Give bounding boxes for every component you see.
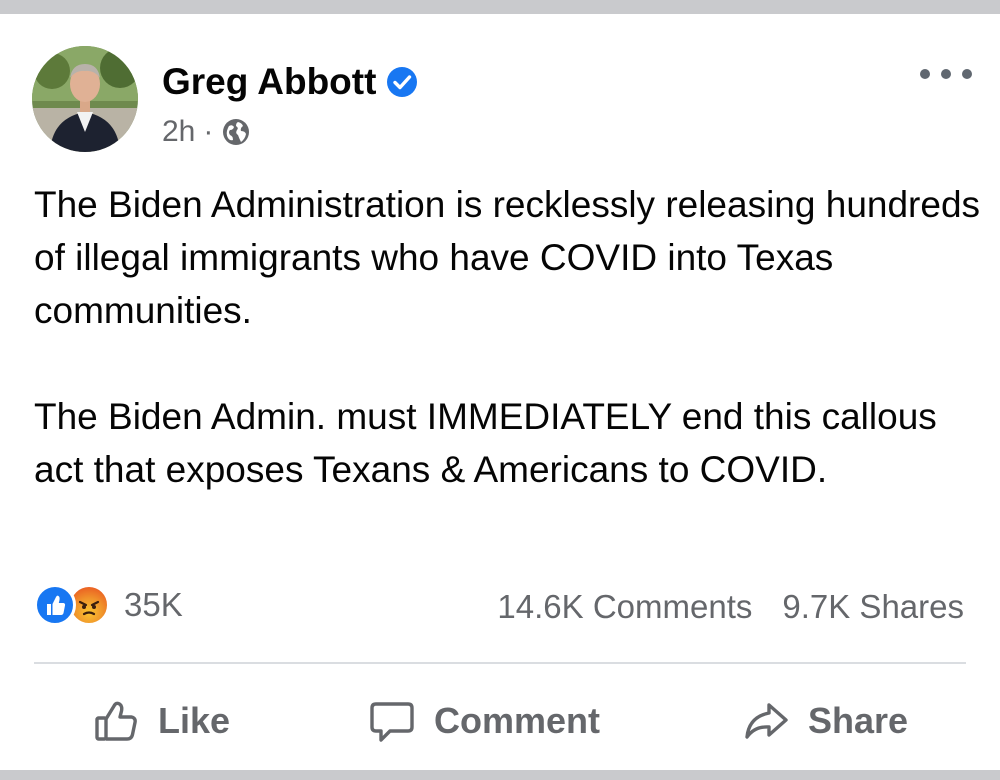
comment-bubble-icon xyxy=(370,702,414,742)
reactions-summary[interactable]: 35K xyxy=(34,584,183,626)
engagement-stats: 14.6K Comments 9.7K Shares xyxy=(497,586,964,628)
post-paragraph-1: The Biden Administration is recklessly r… xyxy=(34,184,981,331)
meta-separator: · xyxy=(203,115,214,148)
shares-count[interactable]: 9.7K Shares xyxy=(782,586,964,628)
comment-button-label: Comment xyxy=(434,700,601,741)
globe-icon[interactable] xyxy=(221,117,251,147)
post-time[interactable]: 2h xyxy=(162,114,195,150)
post-meta: 2h · xyxy=(162,114,251,150)
reaction-count: 35K xyxy=(124,586,183,623)
author-name-label[interactable]: Greg Abbott xyxy=(162,60,376,104)
author-name[interactable]: Greg Abbott xyxy=(162,60,418,104)
comments-count[interactable]: 14.6K Comments xyxy=(497,586,752,628)
post-text: The Biden Administration is recklessly r… xyxy=(34,178,984,496)
share-button[interactable]: Share xyxy=(742,694,908,748)
like-reaction-icon xyxy=(34,584,76,626)
top-separator xyxy=(0,0,1000,14)
post-card: Greg Abbott 2h · The Biden Administratio… xyxy=(0,0,1000,780)
comment-button[interactable]: Comment xyxy=(368,694,600,748)
share-button-label: Share xyxy=(808,700,909,741)
like-button[interactable]: Like xyxy=(92,694,230,748)
verified-badge-icon xyxy=(387,67,418,97)
like-button-label: Like xyxy=(158,700,231,741)
avatar[interactable] xyxy=(32,46,138,152)
divider xyxy=(34,662,966,664)
thumbs-up-icon xyxy=(95,701,137,741)
more-options-icon[interactable] xyxy=(920,62,972,86)
bottom-separator xyxy=(0,770,1000,780)
post-paragraph-2: The Biden Admin. must IMMEDIATELY end th… xyxy=(34,396,937,490)
share-arrow-icon xyxy=(745,703,788,739)
